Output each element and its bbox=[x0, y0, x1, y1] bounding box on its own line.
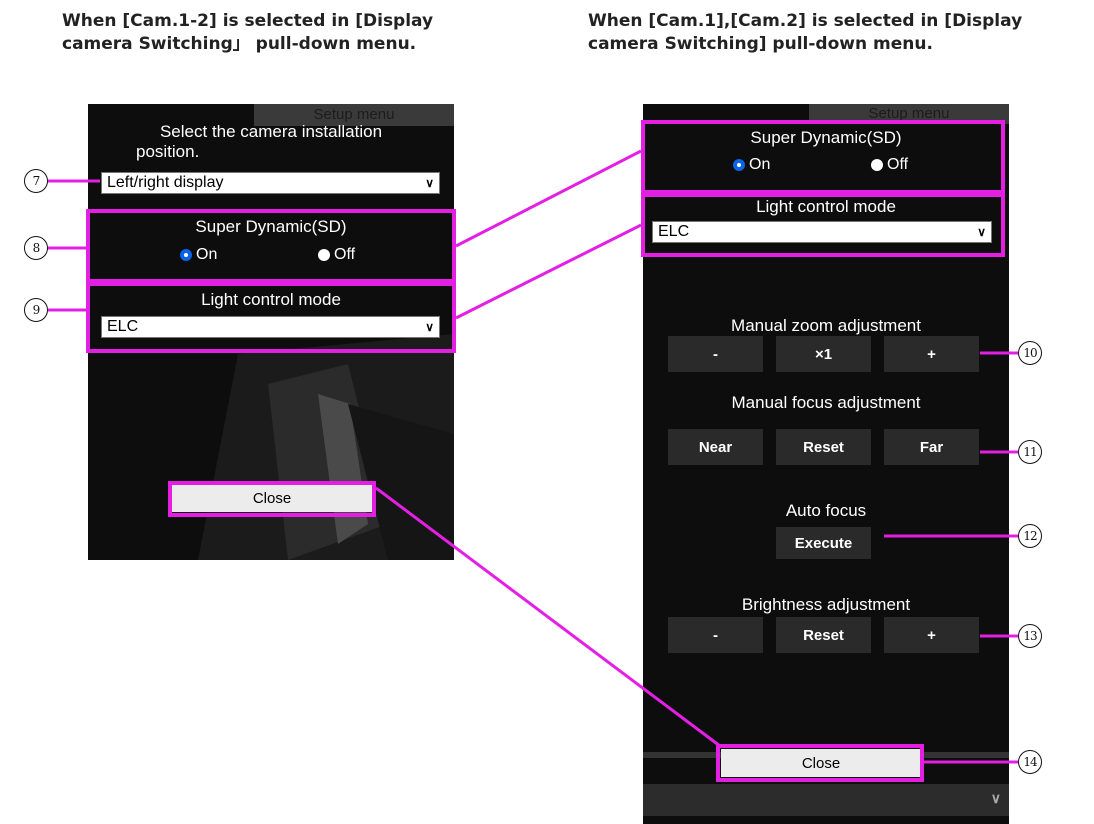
callout-12: 12 bbox=[1018, 524, 1042, 548]
callout-9: 9 bbox=[24, 298, 48, 322]
callout-7: 7 bbox=[24, 169, 48, 193]
callout-8: 8 bbox=[24, 236, 48, 260]
callout-14: 14 bbox=[1018, 750, 1042, 774]
callout-lines bbox=[48, 149, 1018, 764]
callout-10: 10 bbox=[1018, 341, 1042, 365]
callout-13: 13 bbox=[1018, 624, 1042, 648]
callout-11: 11 bbox=[1018, 440, 1042, 464]
